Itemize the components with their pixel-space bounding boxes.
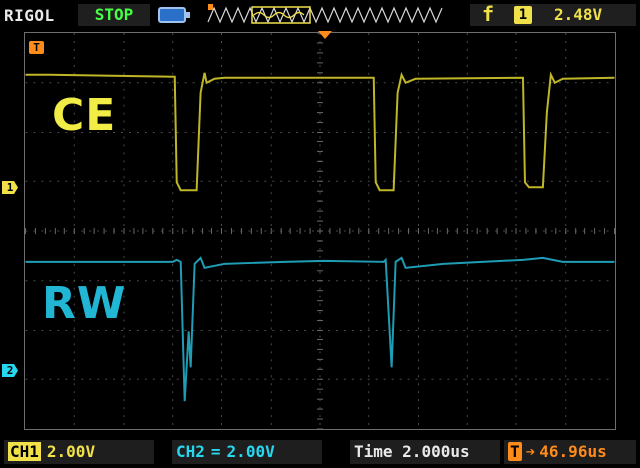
trigger-position-flag [208, 4, 213, 10]
ch1-signal-label: CE [52, 90, 117, 141]
trigger-position-marker[interactable]: T [29, 41, 44, 54]
memory-depth-indicator [204, 4, 448, 26]
ch2-signal-label: RW [42, 278, 127, 329]
time-label: Time [354, 442, 393, 461]
trigger-offset-value: 46.96us [539, 442, 607, 461]
dc-coupling-icon: = [210, 442, 221, 461]
trigger-offset-tag: T [508, 442, 522, 461]
battery-icon [158, 7, 190, 23]
ch2-scale-box[interactable]: CH2 = 2.00V [172, 440, 322, 464]
ch1-offset-marker[interactable]: 1 [2, 181, 18, 194]
ch1-scale-value: 2.00V [46, 442, 96, 461]
time-scale-value: 2.000us [402, 442, 470, 461]
ch2-tag: CH2 [176, 442, 205, 461]
brand-logo: RIGOL [4, 6, 55, 25]
ch1-scale-box[interactable]: CH1 2.00V [4, 440, 154, 464]
trigger-channel-badge: 1 [514, 6, 532, 24]
trigger-settings-box[interactable] [470, 4, 636, 26]
ch2-scale-value: 2.00V [226, 442, 275, 461]
trigger-level-value: 2.48V [554, 5, 603, 24]
run-status-badge[interactable]: STOP [78, 4, 150, 26]
trigger-offset-box[interactable]: T ➔ 46.96us [504, 440, 636, 464]
ch1-tag: CH1 [8, 442, 41, 461]
trigger-position-arrow-icon [318, 31, 332, 39]
ch2-offset-marker[interactable]: 2 [2, 364, 18, 377]
arrow-right-icon: ➔ [525, 442, 536, 461]
timebase-box[interactable]: Time 2.000us [350, 440, 500, 464]
trigger-edge-icon: f [482, 2, 495, 26]
